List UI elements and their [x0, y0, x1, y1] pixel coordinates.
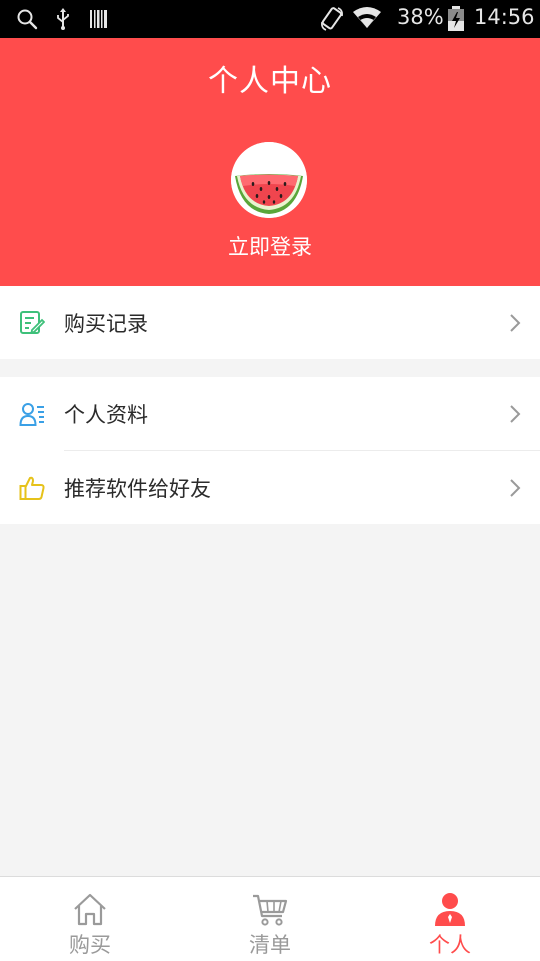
status-bar: 38% 14:56 — [0, 0, 540, 38]
menu-item-recommend-app[interactable]: 推荐软件给好友 — [0, 451, 540, 524]
menu-group-account: 个人资料 推荐软件给好友 — [0, 377, 540, 524]
tab-label: 购买 — [69, 933, 111, 957]
tab-label: 清单 — [249, 933, 291, 957]
battery-icon — [447, 6, 465, 36]
menu-label: 推荐软件给好友 — [64, 477, 211, 501]
avatar[interactable] — [231, 142, 307, 218]
bottom-nav: 购买 清单 个人 — [0, 876, 540, 961]
profile-header: 个人中心 立即登录 — [0, 38, 540, 286]
thumbs-up-icon — [19, 475, 45, 501]
tab-list[interactable]: 清单 — [180, 877, 360, 961]
tab-personal[interactable]: 个人 — [360, 877, 540, 961]
tab-buy[interactable]: 购买 — [0, 877, 180, 961]
chevron-right-icon — [508, 312, 522, 334]
usb-icon — [55, 8, 71, 34]
menu-item-personal-info[interactable]: 个人资料 — [0, 377, 540, 450]
profile-icon — [19, 401, 45, 427]
menu-group-records: 购买记录 — [0, 286, 540, 359]
battery-percent: 38% — [397, 5, 444, 29]
chevron-right-icon — [508, 403, 522, 425]
rotate-icon — [320, 6, 344, 36]
watermelon-avatar-icon — [231, 142, 307, 218]
menu-label: 购买记录 — [64, 312, 148, 336]
barcode-icon — [90, 8, 108, 34]
login-link[interactable]: 立即登录 — [0, 231, 540, 261]
person-icon — [432, 892, 468, 928]
menu-item-purchase-records[interactable]: 购买记录 — [0, 286, 540, 359]
tab-label: 个人 — [429, 933, 471, 957]
wifi-icon — [352, 6, 382, 34]
menu-label: 个人资料 — [64, 403, 148, 427]
page-title: 个人中心 — [208, 64, 332, 99]
cart-icon — [252, 892, 288, 928]
search-icon — [16, 8, 38, 34]
home-icon — [72, 892, 108, 928]
chevron-right-icon — [508, 477, 522, 499]
purchase-record-icon — [19, 310, 46, 336]
clock: 14:56 — [474, 5, 535, 29]
